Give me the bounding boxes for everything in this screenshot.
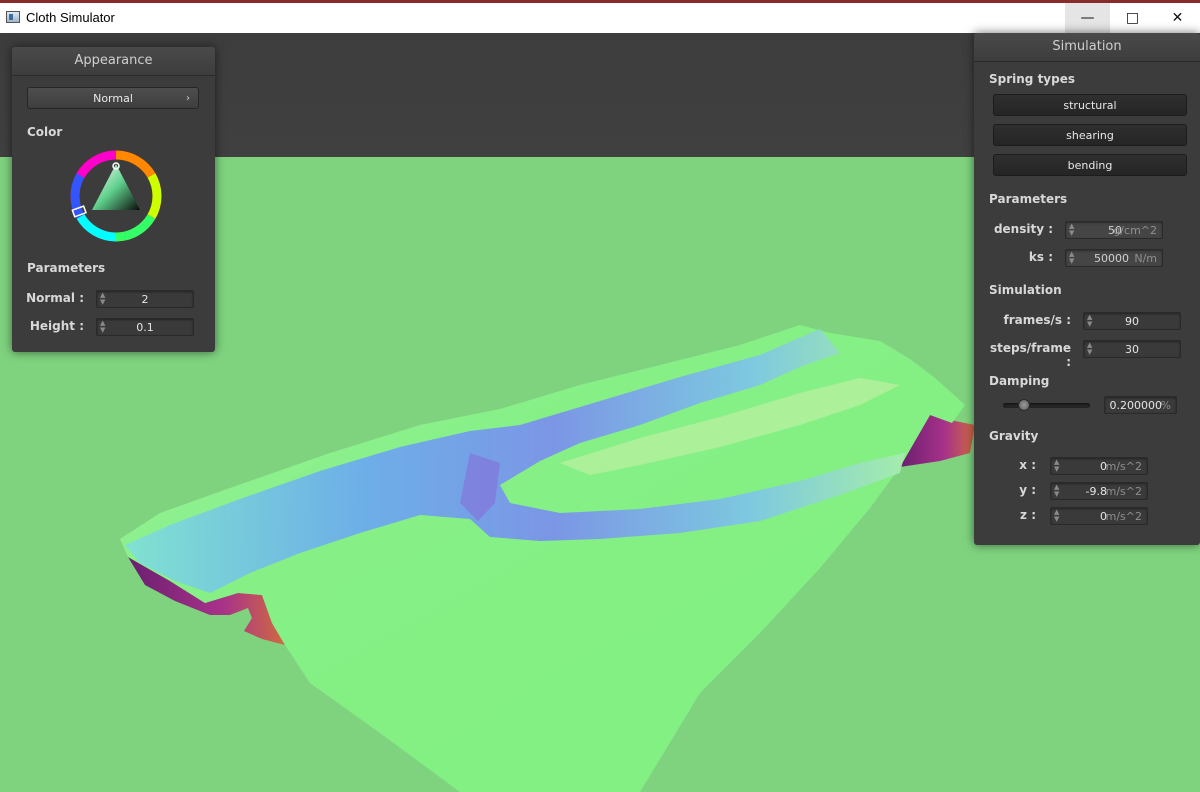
window-titlebar: Cloth Simulator — □ ✕	[0, 0, 1200, 33]
spinner-icon[interactable]: ▲ ▼	[1069, 223, 1074, 237]
appearance-parameters-label: Parameters	[27, 261, 106, 275]
damping-slider[interactable]	[1003, 403, 1090, 408]
close-icon: ✕	[1171, 10, 1184, 26]
gravity-label: Gravity	[989, 429, 1039, 443]
window-title: Cloth Simulator	[26, 10, 115, 25]
steps-input[interactable]: ▲ ▼ 30	[1083, 340, 1181, 358]
app-window-icon	[6, 11, 20, 23]
gravity-z-label: z :	[1020, 508, 1036, 522]
normal-input[interactable]: ▲ ▼ 2	[96, 290, 194, 308]
density-input[interactable]: ▲ ▼ 50 g/cm^2	[1065, 221, 1163, 239]
appearance-panel-title: Appearance	[12, 47, 215, 76]
spinner-icon[interactable]: ▲ ▼	[1069, 251, 1074, 265]
ks-label: ks :	[1028, 250, 1053, 264]
shearing-spring-button[interactable]: shearing	[993, 124, 1187, 146]
gravity-z-input[interactable]: ▲ ▼ 0 m/s^2	[1050, 507, 1148, 525]
shader-select-button[interactable]: Normal ›	[27, 87, 199, 109]
gravity-y-input[interactable]: ▲ ▼ -9.8 m/s^2	[1050, 482, 1148, 500]
shader-select-label: Normal	[93, 92, 133, 105]
maximize-button[interactable]: □	[1110, 3, 1155, 33]
fps-label: frames/s :	[1003, 313, 1071, 327]
spinner-icon[interactable]: ▲ ▼	[1054, 459, 1059, 473]
color-section-label: Color	[27, 125, 63, 139]
bending-spring-button[interactable]: bending	[993, 154, 1187, 176]
steps-label: steps/frame :	[989, 341, 1071, 369]
color-wheel[interactable]	[70, 150, 162, 242]
spinner-icon[interactable]: ▲ ▼	[1054, 484, 1059, 498]
damping-value-box[interactable]: 0.200000 %	[1104, 396, 1177, 414]
density-label: density :	[993, 222, 1053, 236]
gravity-x-input[interactable]: ▲ ▼ 0 m/s^2	[1050, 457, 1148, 475]
gravity-x-label: x :	[1019, 458, 1036, 472]
ks-input[interactable]: ▲ ▼ 50000 N/m	[1065, 249, 1163, 267]
minimize-button[interactable]: —	[1065, 3, 1110, 33]
height-input[interactable]: ▲ ▼ 0.1	[96, 318, 194, 336]
structural-spring-button[interactable]: structural	[993, 94, 1187, 116]
spinner-icon[interactable]: ▲ ▼	[1054, 509, 1059, 523]
spring-types-label: Spring types	[989, 72, 1076, 86]
fps-input[interactable]: ▲ ▼ 90	[1083, 312, 1181, 330]
damping-slider-knob[interactable]	[1018, 399, 1030, 411]
damping-label: Damping	[989, 374, 1050, 388]
height-label: Height :	[29, 319, 84, 333]
simulation-panel: Simulation Spring types structural shear…	[974, 33, 1200, 545]
sim-parameters-label: Parameters	[989, 192, 1068, 206]
simulation-panel-title: Simulation	[974, 33, 1200, 62]
appearance-panel: Appearance Normal › Color Parameters Nor…	[12, 47, 215, 352]
color-wheel-graphic	[70, 150, 162, 242]
maximize-icon: □	[1125, 10, 1140, 26]
gravity-y-label: y :	[1019, 483, 1036, 497]
close-button[interactable]: ✕	[1155, 3, 1200, 33]
simulation-section-label: Simulation	[989, 283, 1062, 297]
normal-label: Normal :	[26, 291, 84, 305]
minimize-icon: —	[1080, 10, 1095, 26]
chevron-right-icon: ›	[186, 93, 190, 104]
